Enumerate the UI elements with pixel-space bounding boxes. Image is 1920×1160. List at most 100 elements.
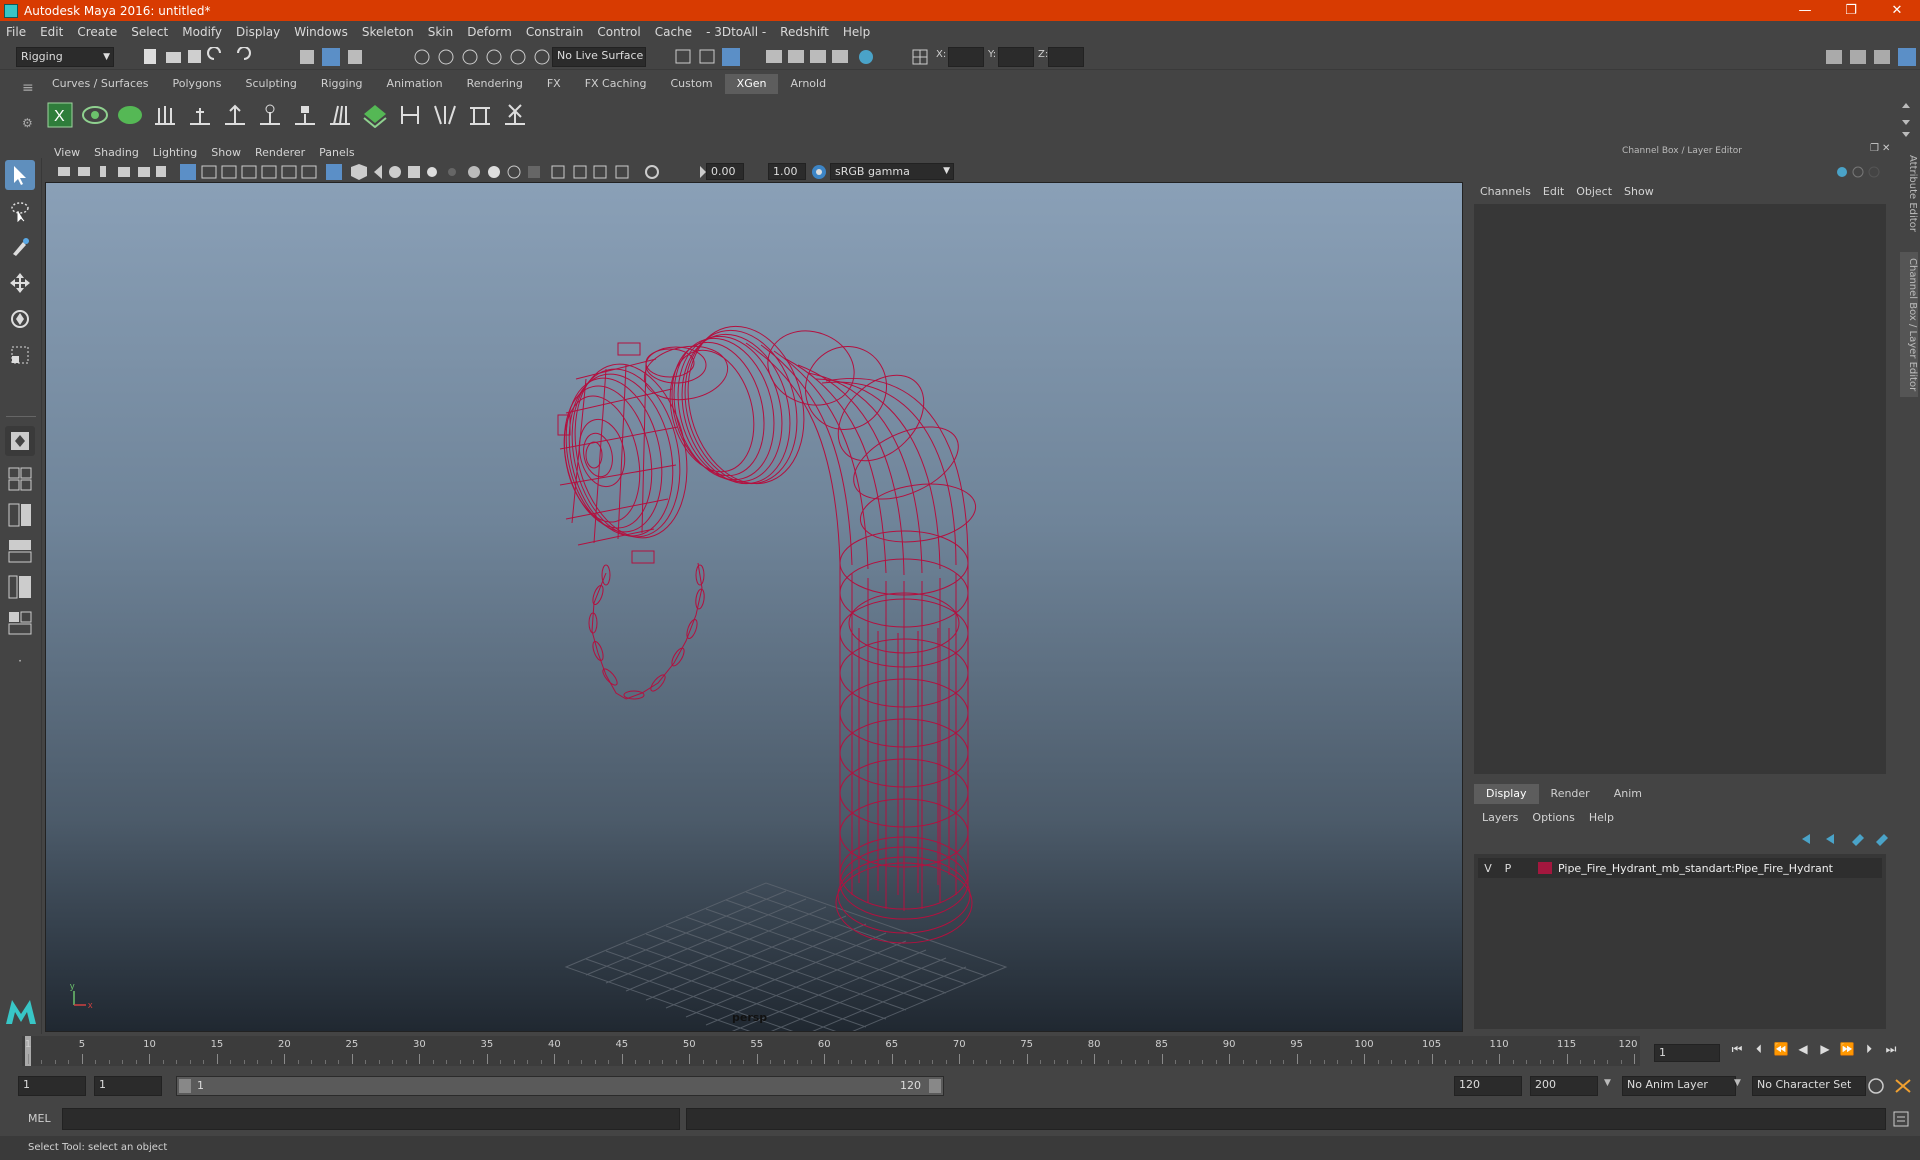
play-backwards-icon[interactable]: ◀ xyxy=(1792,1042,1814,1057)
xgen-eye-icon[interactable] xyxy=(81,100,109,130)
tab-channel-box[interactable]: Channel Box / Layer Editor xyxy=(1900,252,1918,397)
xgen-guide-rotate-icon[interactable] xyxy=(256,100,284,130)
shelf-tab-arnold[interactable]: Arnold xyxy=(778,74,838,94)
cb-menu-edit[interactable]: Edit xyxy=(1543,182,1564,202)
go-to-start-icon[interactable]: ⏮ xyxy=(1726,1042,1748,1057)
single-view-layout-icon[interactable] xyxy=(5,426,35,456)
xgen-guides-to-curves-icon[interactable] xyxy=(396,100,424,130)
paint-select-tool-icon[interactable] xyxy=(5,232,35,262)
cb-menu-object[interactable]: Object xyxy=(1576,182,1612,202)
lasso-tool-icon[interactable] xyxy=(5,196,35,226)
layer-visibility-toggle[interactable]: V xyxy=(1478,862,1498,875)
le-menu-options[interactable]: Options xyxy=(1532,808,1574,828)
character-set-dropdown[interactable]: No Character Set xyxy=(1752,1076,1866,1096)
script-editor-icon[interactable] xyxy=(1892,1110,1910,1128)
menu-3dtoall[interactable]: - 3DtoAll - xyxy=(706,25,766,39)
menu-file[interactable]: File xyxy=(6,25,26,39)
persp-graph-layout-icon[interactable] xyxy=(5,536,35,566)
layer-tab-render[interactable]: Render xyxy=(1539,784,1602,804)
float-panel-icon[interactable]: ❐ xyxy=(1870,143,1879,154)
xgen-editor-icon[interactable]: X xyxy=(46,100,74,130)
step-back-key-icon[interactable]: ⏪ xyxy=(1770,1042,1792,1057)
select-tool-icon[interactable] xyxy=(5,160,35,190)
persp-outliner-layout-icon[interactable] xyxy=(5,500,35,530)
shelf-menu-icon[interactable]: ≡ xyxy=(22,80,34,96)
layer-playback-toggle[interactable]: P xyxy=(1498,862,1518,875)
display-layer-row[interactable]: V P Pipe_Fire_Hydrant_mb_standart:Pipe_F… xyxy=(1478,858,1882,878)
step-forward-frame-icon[interactable]: ⏵ xyxy=(1858,1042,1880,1057)
panel-menu-shading[interactable]: Shading xyxy=(94,146,139,159)
xgen-delete-guides-icon[interactable] xyxy=(501,100,529,130)
time-slider[interactable]: 1 5 10 15 20 25 30 35 40 45 50 55 60 65 70 75 80 85 90 95 10… xyxy=(0,1034,1920,1068)
toolbox-more-icon[interactable]: · xyxy=(5,646,35,676)
xgen-flatten-guides-icon[interactable] xyxy=(466,100,494,130)
time-ruler[interactable]: 1 5 10 15 20 25 30 35 40 45 50 55 60 65 70 75 80 85 90 95 10… xyxy=(22,1036,1640,1066)
persp-viewport[interactable]: y x persp xyxy=(45,182,1463,1032)
playback-start-field[interactable]: 1 xyxy=(94,1076,162,1096)
menu-help[interactable]: Help xyxy=(843,25,870,39)
step-forward-key-icon[interactable]: ⏩ xyxy=(1836,1042,1858,1057)
layer-color-swatch[interactable] xyxy=(1538,862,1552,874)
xgen-curves-to-guides-icon[interactable] xyxy=(431,100,459,130)
panel-menu-view[interactable]: View xyxy=(54,146,80,159)
xgen-lock-guide-icon[interactable] xyxy=(291,100,319,130)
x-coord-field[interactable] xyxy=(948,47,984,67)
panel-menu-renderer[interactable]: Renderer xyxy=(255,146,305,159)
playback-end-field[interactable]: 120 xyxy=(1454,1076,1522,1096)
panel-menu-show[interactable]: Show xyxy=(211,146,241,159)
go-to-end-icon[interactable]: ⏭ xyxy=(1880,1042,1902,1057)
current-frame-field[interactable]: 1 xyxy=(1654,1044,1720,1062)
cb-menu-channels[interactable]: Channels xyxy=(1480,182,1531,202)
panel-menu-lighting[interactable]: Lighting xyxy=(153,146,197,159)
layer-tab-display[interactable]: Display xyxy=(1474,784,1539,804)
four-view-layout-icon[interactable] xyxy=(5,464,35,494)
layer-tab-anim[interactable]: Anim xyxy=(1602,784,1654,804)
command-language-label[interactable]: MEL xyxy=(28,1112,51,1125)
command-input[interactable] xyxy=(62,1108,680,1130)
shelf-settings-icon[interactable]: ⚙ xyxy=(22,116,33,130)
exposure-field[interactable]: 0.00 xyxy=(706,163,744,180)
transform-mode-icon[interactable] xyxy=(910,47,930,67)
persp-uv-layout-icon[interactable] xyxy=(5,608,35,638)
le-menu-layers[interactable]: Layers xyxy=(1482,808,1518,828)
close-panel-icon[interactable]: ✕ xyxy=(1882,143,1890,154)
y-coord-field[interactable] xyxy=(998,47,1034,67)
scale-tool-icon[interactable] xyxy=(5,340,35,370)
xgen-place-guides-icon[interactable] xyxy=(151,100,179,130)
color-management-icon[interactable] xyxy=(810,163,828,181)
restore-icon[interactable]: ❐ xyxy=(1828,0,1874,21)
menu-modify[interactable]: Modify xyxy=(182,25,222,39)
menuset-dropdown[interactable]: Rigging ▼ xyxy=(16,47,114,67)
menu-display[interactable]: Display xyxy=(236,25,280,39)
le-menu-help[interactable]: Help xyxy=(1589,808,1614,828)
live-surface-field[interactable]: No Live Surface xyxy=(552,47,646,67)
menu-redshift[interactable]: Redshift xyxy=(780,25,829,39)
layer-name[interactable]: Pipe_Fire_Hydrant_mb_standart:Pipe_Fire_… xyxy=(1558,862,1833,875)
scene-start-field[interactable]: 1 xyxy=(18,1076,86,1096)
menu-edit[interactable]: Edit xyxy=(40,25,63,39)
range-end-handle[interactable] xyxy=(929,1079,941,1093)
shelf-tab-curves-surfaces[interactable]: Curves / Surfaces xyxy=(40,74,161,94)
gamma-field[interactable]: 1.00 xyxy=(768,163,806,180)
xgen-create-description-icon[interactable] xyxy=(116,100,144,130)
menu-skeleton[interactable]: Skeleton xyxy=(362,25,414,39)
anim-layer-chevron-icon[interactable]: ▼ xyxy=(1604,1078,1611,1088)
character-set-chevron-icon[interactable]: ▼ xyxy=(1734,1078,1741,1088)
minimize-icon[interactable]: — xyxy=(1782,0,1828,21)
shelf-tab-fx-caching[interactable]: FX Caching xyxy=(573,74,659,94)
range-start-handle[interactable] xyxy=(179,1079,191,1093)
anim-layer-dropdown[interactable]: No Anim Layer xyxy=(1622,1076,1736,1096)
scene-end-field[interactable]: 200 xyxy=(1530,1076,1598,1096)
z-coord-field[interactable] xyxy=(1048,47,1084,67)
shelf-scroll-icon[interactable] xyxy=(1898,100,1914,140)
xgen-guide-up-icon[interactable] xyxy=(221,100,249,130)
shelf-tab-rendering[interactable]: Rendering xyxy=(455,74,535,94)
menu-cache[interactable]: Cache xyxy=(655,25,692,39)
xgen-add-guide-icon[interactable] xyxy=(186,100,214,130)
menu-select[interactable]: Select xyxy=(131,25,168,39)
shelf-tab-fx[interactable]: FX xyxy=(535,74,573,94)
menu-control[interactable]: Control xyxy=(597,25,640,39)
tab-attribute-editor[interactable]: Attribute Editor xyxy=(1900,148,1918,238)
shelf-tab-sculpting[interactable]: Sculpting xyxy=(233,74,308,94)
shelf-tab-rigging[interactable]: Rigging xyxy=(309,74,375,94)
